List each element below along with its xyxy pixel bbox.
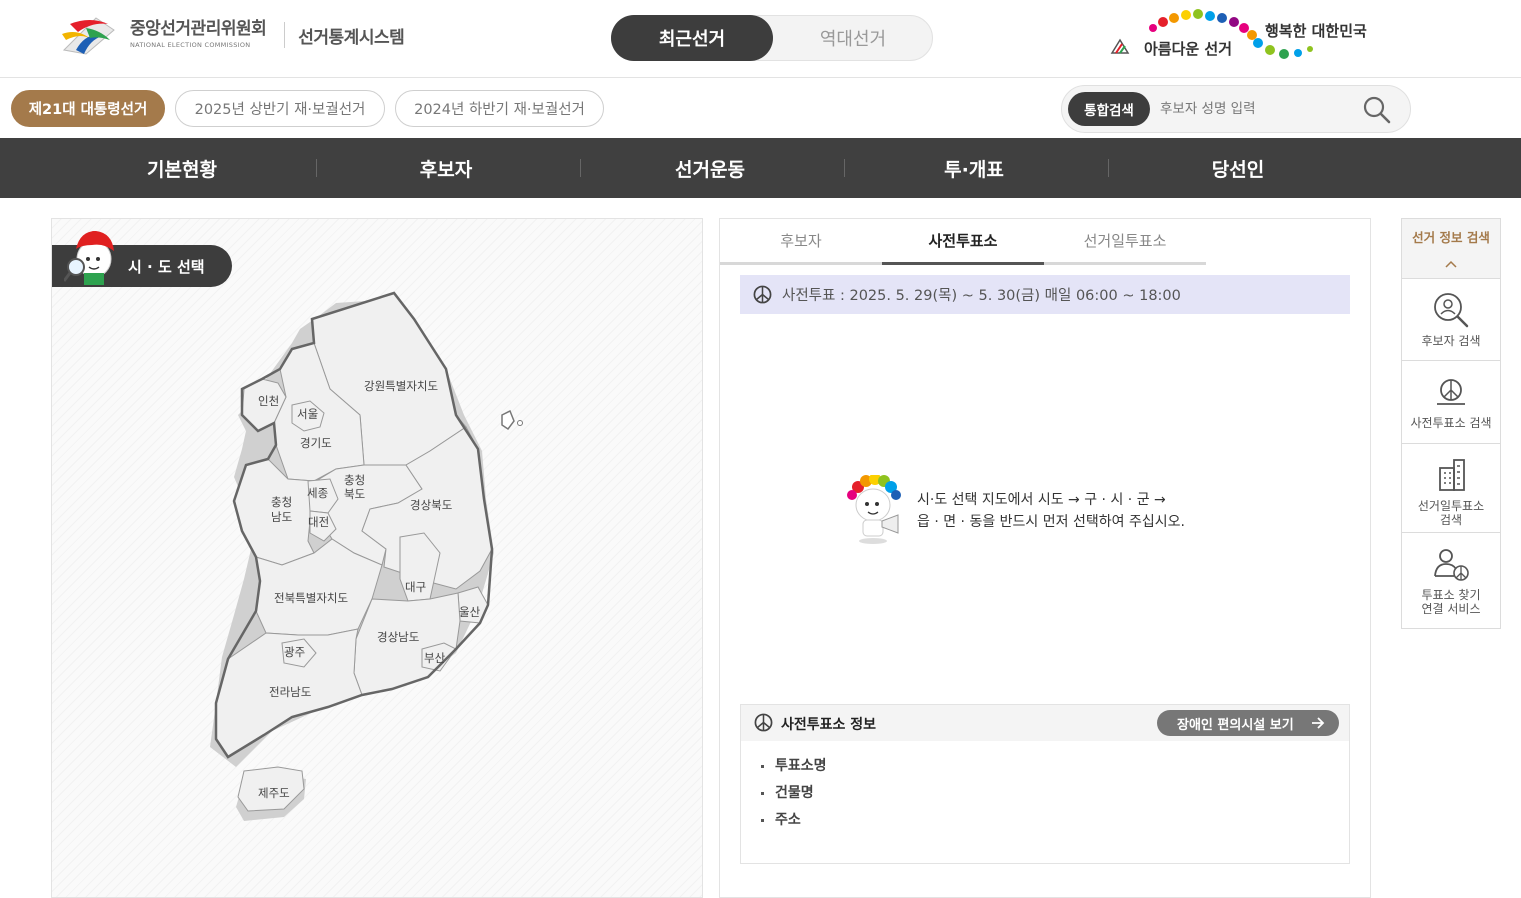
field-address: 주소 <box>761 807 827 834</box>
past-elections-button[interactable]: 역대선거 <box>772 15 934 61</box>
person-link-icon <box>1434 549 1469 581</box>
ballot-stamp-icon <box>754 713 773 732</box>
mascot-magnifier-icon <box>64 231 114 285</box>
early-voting-period-text: 사전투표 : 2025. 5. 29(목) ~ 5. 30(금) 매일 06:0… <box>782 288 1181 304</box>
early-voting-search-icon <box>1437 379 1465 405</box>
org-name-en: NATIONAL ELECTION COMMISSION <box>130 41 251 50</box>
polling-info-panel: 후보자 사전투표소 선거일투표소 사전투표 : 2025. 5. 29(목) ~… <box>719 218 1371 898</box>
site-header: 중앙선거관리위원회 NATIONAL ELECTION COMMISSION 선… <box>0 0 1521 78</box>
nav-item-candidates[interactable]: 후보자 <box>314 138 578 198</box>
recent-elections-button[interactable]: 최근선거 <box>611 15 773 61</box>
dokdo-island <box>517 420 523 426</box>
integrated-search: 통합검색 <box>1061 85 1411 133</box>
quick-election-day-label-1: 선거일투표소 <box>1417 499 1485 513</box>
quick-menu-header: 선거 정보 검색 <box>1402 219 1500 279</box>
region-label-chungnam-1: 충청 <box>271 495 292 509</box>
nec-logo-mark-icon <box>62 17 115 55</box>
region-label-jeju: 제주도 <box>258 786 290 800</box>
region-label-chungbuk-2: 북도 <box>344 487 365 501</box>
nav-item-voting-counting[interactable]: 투·개표 <box>842 138 1106 198</box>
region-label-jeonbuk: 전북특별자치도 <box>274 591 348 605</box>
early-voting-info-header: 사전투표소 정보 장애인 편의시설 보기 <box>741 705 1349 741</box>
tab-early-voting-station[interactable]: 사전투표소 <box>882 219 1044 265</box>
early-voting-period-banner: 사전투표 : 2025. 5. 29(목) ~ 5. 30(금) 매일 06:0… <box>740 275 1350 314</box>
slogan-beautiful-election: 아름다운 선거 <box>1144 40 1233 58</box>
region-label-gangwon: 강원특별자치도 <box>364 379 438 393</box>
quick-menu-title: 선거 정보 검색 <box>1412 230 1490 245</box>
tab-candidates[interactable]: 후보자 <box>720 219 882 265</box>
region-label-busan: 부산 <box>424 651 446 665</box>
region-label-daejeon: 대전 <box>308 515 329 529</box>
integrated-search-label: 통합검색 <box>1068 92 1150 126</box>
building-icon <box>1439 459 1465 491</box>
region-label-chungnam-2: 남도 <box>271 510 292 524</box>
accessibility-facilities-label: 장애인 편의시설 보기 <box>1177 717 1294 733</box>
nav-item-campaign[interactable]: 선거운동 <box>578 138 842 198</box>
region-label-incheon: 인천 <box>258 394 279 408</box>
selection-guide: 시·도 선택 지도에서 시도 → 구 · 시 · 군 → 읍 · 면 · 동을 … <box>844 475 1264 545</box>
slogan-happy-korea: 행복한 대한민국 <box>1265 22 1367 40</box>
region-label-gyeonggi: 경기도 <box>300 436 332 450</box>
early-voting-info-fields: 투표소명 건물명 주소 <box>761 753 827 834</box>
system-name: 선거통계시스템 <box>298 27 405 48</box>
quick-candidate-search-label: 후보자 검색 <box>1421 334 1481 348</box>
field-station-name: 투표소명 <box>761 753 827 780</box>
nav-item-basic-status[interactable]: 기본현황 <box>50 138 314 198</box>
quick-candidate-search[interactable]: 후보자 검색 <box>1402 279 1500 361</box>
korea-province-map: 인천 서울 경기도 강원특별자치도 충청 북도 충청 남도 세종 대전 경상북도… <box>210 291 523 821</box>
nec-logo[interactable]: 중앙선거관리위원회 NATIONAL ELECTION COMMISSION 선… <box>56 10 405 60</box>
province-select-title-text: 시 · 도 선택 <box>128 257 205 276</box>
quick-election-day-label-2: 검색 <box>1439 513 1463 527</box>
region-label-gyeongbuk: 경상북도 <box>410 498 452 512</box>
region-label-gwangju: 광주 <box>284 645 305 659</box>
region-label-gyeongnam: 경상남도 <box>377 630 419 644</box>
region-map-panel: 인천 서울 경기도 강원특별자치도 충청 북도 충청 남도 세종 대전 경상북도… <box>51 218 703 898</box>
region-label-seoul: 서울 <box>297 407 318 421</box>
election-period-toggle: 최근선거 역대선거 <box>611 15 933 61</box>
election-selector-bar: 제21대 대통령선거 2025년 상반기 재·보궐선거 2024년 하반기 재·… <box>0 79 1521 138</box>
quick-early-voting-search[interactable]: 사전투표소 검색 <box>1402 361 1500 444</box>
election-tab-21st-presidential[interactable]: 제21대 대통령선거 <box>11 90 165 127</box>
arrow-right-icon <box>1312 717 1325 729</box>
candidate-search-icon <box>1434 293 1469 328</box>
ballot-stamp-icon <box>753 285 772 304</box>
ulleungdo-island <box>501 409 515 431</box>
campaign-slogan: 아름다운 선거 행복한 대한민국 <box>1108 8 1378 68</box>
quick-station-finder-label-1: 투표소 찾기 <box>1421 588 1481 602</box>
region-label-daegu: 대구 <box>405 580 426 594</box>
nav-item-winners[interactable]: 당선인 <box>1106 138 1370 198</box>
region-label-ulsan: 울산 <box>459 605 481 619</box>
candidate-name-search-input[interactable] <box>1160 94 1350 124</box>
org-name: 중앙선거관리위원회 <box>130 19 267 40</box>
guide-text-line-1: 시·도 선택 지도에서 시도 → 구 · 시 · 군 → <box>917 492 1166 508</box>
mascot-megaphone-icon <box>847 475 901 544</box>
chevron-up-icon[interactable] <box>1444 259 1458 269</box>
main-navigation: 기본현황 후보자 선거운동 투·개표 당선인 <box>0 138 1521 198</box>
quick-search-menu: 선거 정보 검색 후보자 검색 사전투표소 검색 선거일투표소 검색 투표소 찾… <box>1401 218 1501 629</box>
quick-early-voting-search-label: 사전투표소 검색 <box>1410 416 1492 430</box>
election-tab-2024-second-half[interactable]: 2024년 하반기 재·보궐선거 <box>395 90 604 127</box>
field-building-name: 건물명 <box>761 780 827 807</box>
quick-station-finder-service[interactable]: 투표소 찾기 연결 서비스 <box>1402 533 1500 628</box>
search-icon[interactable] <box>1362 95 1392 125</box>
guide-text-line-2: 읍 · 면 · 동을 반드시 먼저 선택하여 주십시오. <box>917 514 1185 530</box>
early-voting-station-info: 사전투표소 정보 장애인 편의시설 보기 투표소명 건물명 주소 <box>740 704 1350 864</box>
tab-election-day-station[interactable]: 선거일투표소 <box>1044 219 1206 265</box>
region-label-jeonnam: 전라남도 <box>269 685 311 699</box>
logo-divider <box>284 22 286 48</box>
early-voting-info-title: 사전투표소 정보 <box>781 717 877 733</box>
quick-election-day-station-search[interactable]: 선거일투표소 검색 <box>1402 444 1500 533</box>
region-label-sejong: 세종 <box>307 486 328 500</box>
quick-station-finder-label-2: 연결 서비스 <box>1421 602 1481 616</box>
region-label-chungbuk-1: 충청 <box>344 473 365 487</box>
accessibility-facilities-button[interactable]: 장애인 편의시설 보기 <box>1157 710 1339 736</box>
election-tab-2025-first-half[interactable]: 2025년 상반기 재·보궐선거 <box>175 90 385 127</box>
